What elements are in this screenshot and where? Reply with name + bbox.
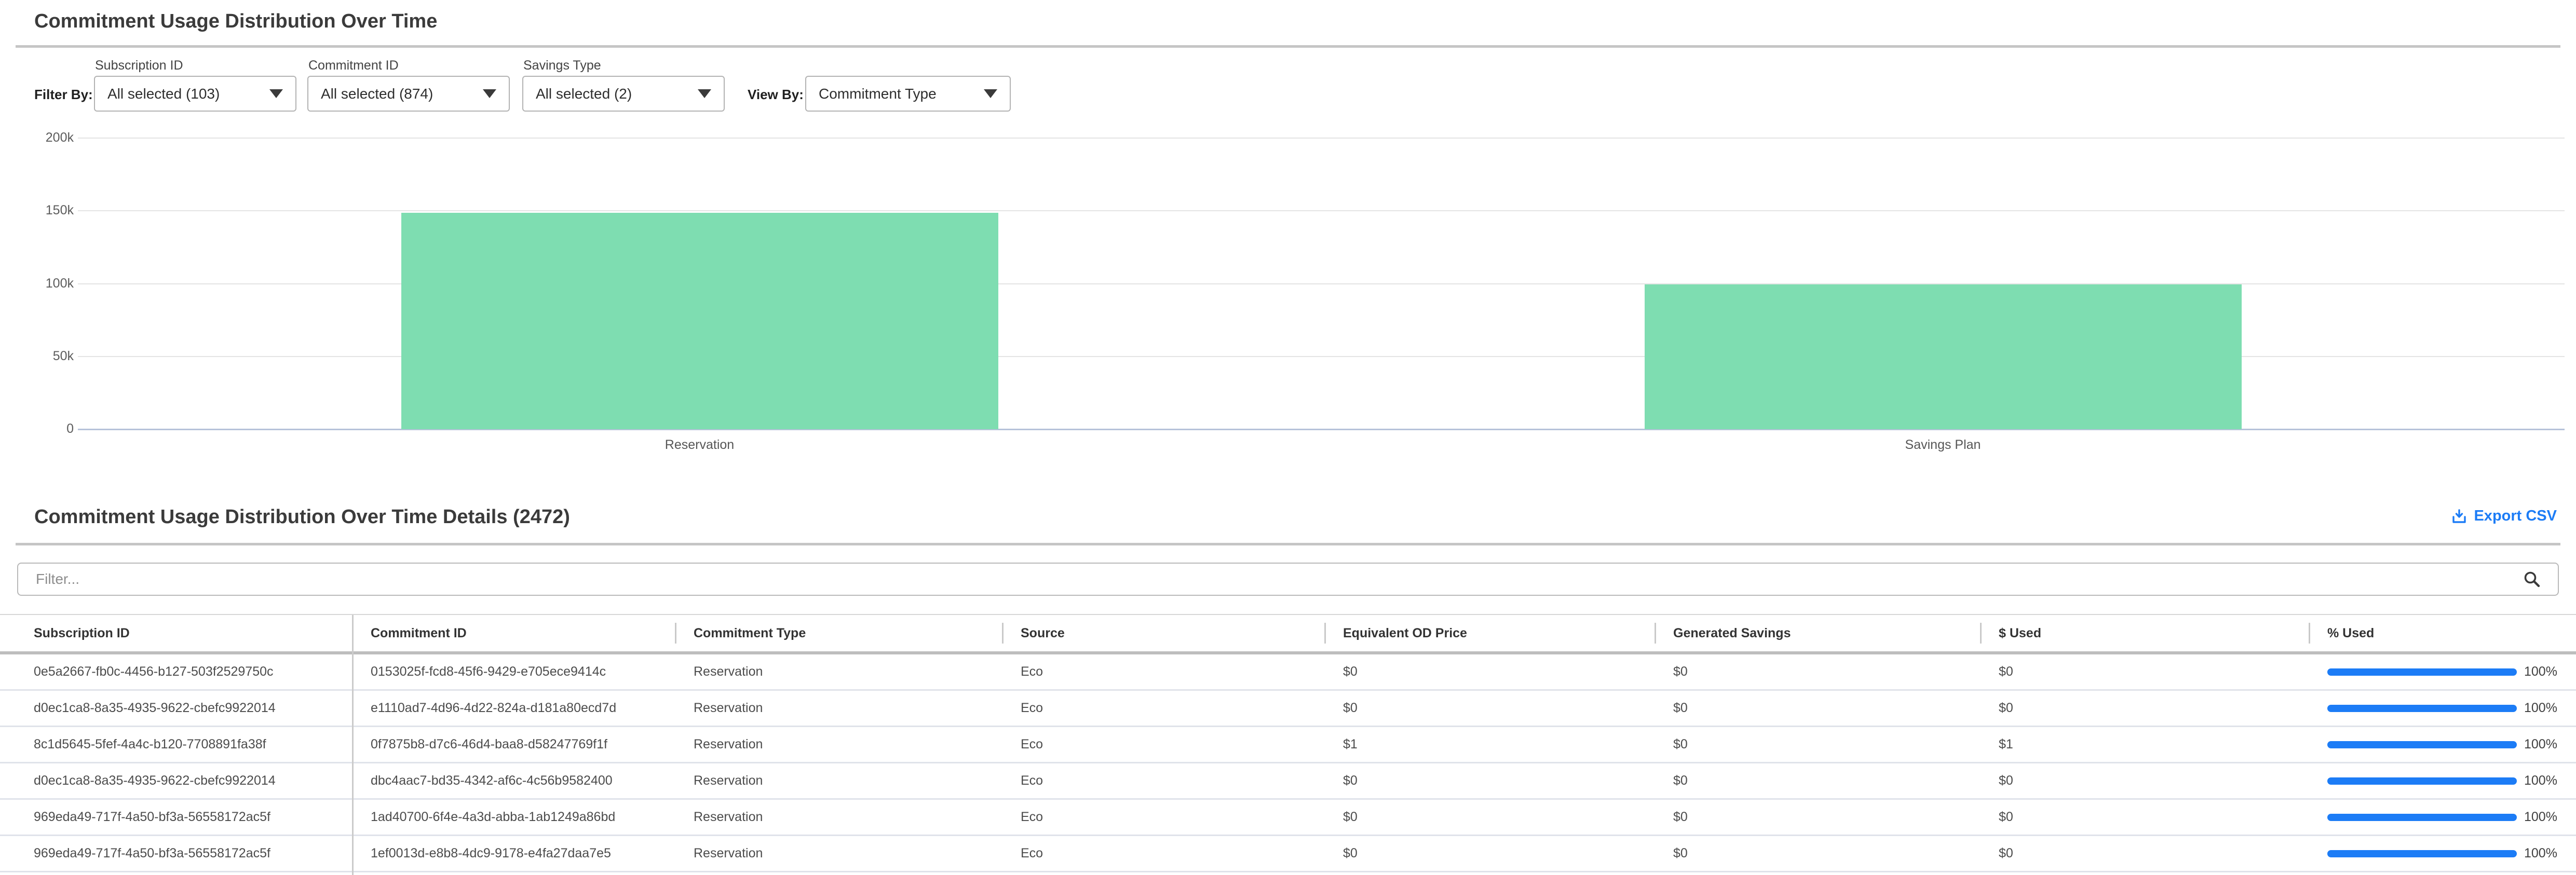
details-title: Commitment Usage Distribution Over Time … [34,506,570,528]
cell-source: Eco [1002,737,1324,752]
cell-commitment-type: Reservation [675,737,1002,752]
column-divider [352,615,354,875]
cell-dollars-used: $0 [1980,664,2309,679]
cell-percent-used: 100% [2309,701,2576,716]
cell-source: Eco [1002,773,1324,788]
cell-used-percent-label: 100% [2524,664,2557,679]
cell-generated-savings: $0 [1655,846,1980,861]
column-header-generated-savings: Generated Savings [1655,615,1980,651]
details-table: Subscription ID Commitment ID Commitment… [0,614,2576,875]
commitment-usage-bar-chart: 0 50k 100k 150k 200k Reservation Savings Plan [0,0,2576,467]
cell-source: Eco [1002,846,1324,861]
cell-equivalent-od-price: $1 [1324,737,1655,752]
cell-subscription-id: 969eda49-717f-4a50-bf3a-56558172ac5f [0,846,352,861]
cell-generated-savings: $0 [1655,773,1980,788]
divider [16,543,2560,545]
cell-source: Eco [1002,701,1324,716]
y-axis-tick-label: 200k [16,130,74,145]
table-filter [17,563,2559,596]
cell-used-percent-label: 100% [2524,846,2557,861]
cell-equivalent-od-price: $0 [1324,810,1655,825]
cell-subscription-id: 8c1d5645-5fef-4a4c-b120-7708891fa38f [0,737,352,752]
column-header-source: Source [1002,615,1324,651]
cell-dollars-used: $0 [1980,846,2309,861]
cell-dollars-used: $0 [1980,701,2309,716]
cell-generated-savings: $0 [1655,737,1980,752]
cell-commitment-type: Reservation [675,810,1002,825]
y-axis-tick-label: 0 [16,421,74,436]
y-axis-tick-label: 150k [16,203,74,218]
cell-percent-used: 100% [2309,846,2576,861]
column-header-subscription-id: Subscription ID [0,615,352,651]
cell-commitment-type: Reservation [675,773,1002,788]
table-row[interactable]: 0e5a2667-fb0c-4456-b127-503f2529750c 015… [0,654,2576,691]
cell-used-percent-label: 100% [2524,810,2557,825]
cell-used-percent-label: 100% [2524,737,2557,752]
cell-commitment-id: dbc4aac7-bd35-4342-af6c-4c56b9582400 [352,773,675,788]
cell-commitment-type: Reservation [675,846,1002,861]
cell-subscription-id: 0e5a2667-fb0c-4456-b127-503f2529750c [0,664,352,679]
x-axis-category-label: Savings Plan [1813,438,2073,453]
cell-dollars-used: $1 [1980,737,2309,752]
used-percent-bar-fill [2327,668,2517,676]
cell-percent-used: 100% [2309,737,2576,752]
cell-subscription-id: d0ec1ca8-8a35-4935-9622-cbefc9922014 [0,773,352,788]
cell-subscription-id: 969eda49-717f-4a50-bf3a-56558172ac5f [0,810,352,825]
table-filter-input[interactable] [17,563,2559,596]
cell-commitment-id: 0153025f-fcd8-45f6-9429-e705ece9414c [352,664,675,679]
cell-generated-savings: $0 [1655,810,1980,825]
table-header-row: Subscription ID Commitment ID Commitment… [0,615,2576,654]
cell-percent-used: 100% [2309,773,2576,788]
column-header-equivalent-od-price: Equivalent OD Price [1324,615,1655,651]
column-header-percent-used: % Used [2309,615,2576,651]
table-row[interactable]: 969eda49-717f-4a50-bf3a-56558172ac5f 1ad… [0,800,2576,836]
cell-percent-used: 100% [2309,664,2576,679]
cell-equivalent-od-price: $0 [1324,846,1655,861]
download-icon [2451,508,2467,525]
chart-bar-savings-plan[interactable] [1645,284,2242,429]
y-axis-tick-label: 100k [16,276,74,291]
table-row[interactable]: 969eda49-717f-4a50-bf3a-56558172ac5f 1ef… [0,836,2576,872]
cell-commitment-id: 1ef0013d-e8b8-4dc9-9178-e4fa27daa7e5 [352,846,675,861]
cell-commitment-id: 0f7875b8-d7c6-46d4-baa8-d58247769f1f [352,737,675,752]
y-axis-tick-label: 50k [16,349,74,364]
x-axis-category-label: Reservation [570,438,830,453]
cell-equivalent-od-price: $0 [1324,701,1655,716]
gridline [78,210,2565,211]
cell-source: Eco [1002,810,1324,825]
used-percent-bar-fill [2327,850,2517,857]
commitment-usage-page: Commitment Usage Distribution Over Time … [0,0,2576,875]
cell-dollars-used: $0 [1980,810,2309,825]
table-body: 0e5a2667-fb0c-4456-b127-503f2529750c 015… [0,654,2576,872]
cell-subscription-id: d0ec1ca8-8a35-4935-9622-cbefc9922014 [0,701,352,716]
cell-equivalent-od-price: $0 [1324,664,1655,679]
cell-commitment-id: e1110ad7-4d96-4d22-824a-d181a80ecd7d [352,701,675,716]
table-row[interactable]: 8c1d5645-5fef-4a4c-b120-7708891fa38f 0f7… [0,727,2576,763]
table-row[interactable]: d0ec1ca8-8a35-4935-9622-cbefc9922014 e11… [0,691,2576,727]
chart-bar-reservation[interactable] [401,213,998,429]
cell-generated-savings: $0 [1655,701,1980,716]
used-percent-bar-fill [2327,777,2517,785]
export-csv-label: Export CSV [2474,508,2557,525]
search-icon [2523,570,2541,589]
column-header-dollars-used: $ Used [1980,615,2309,651]
cell-dollars-used: $0 [1980,773,2309,788]
cell-commitment-type: Reservation [675,701,1002,716]
table-row[interactable]: d0ec1ca8-8a35-4935-9622-cbefc9922014 dbc… [0,763,2576,800]
export-csv-button[interactable]: Export CSV [2451,508,2557,525]
column-header-commitment-id: Commitment ID [352,615,675,651]
cell-source: Eco [1002,664,1324,679]
used-percent-bar-fill [2327,705,2517,712]
used-percent-bar-fill [2327,814,2517,821]
gridline [78,138,2565,139]
cell-used-percent-label: 100% [2524,773,2557,788]
cell-generated-savings: $0 [1655,664,1980,679]
cell-commitment-type: Reservation [675,664,1002,679]
cell-used-percent-label: 100% [2524,701,2557,716]
cell-equivalent-od-price: $0 [1324,773,1655,788]
cell-percent-used: 100% [2309,810,2576,825]
used-percent-bar-fill [2327,741,2517,748]
cell-commitment-id: 1ad40700-6f4e-4a3d-abba-1ab1249a86bd [352,810,675,825]
column-header-commitment-type: Commitment Type [675,615,1002,651]
